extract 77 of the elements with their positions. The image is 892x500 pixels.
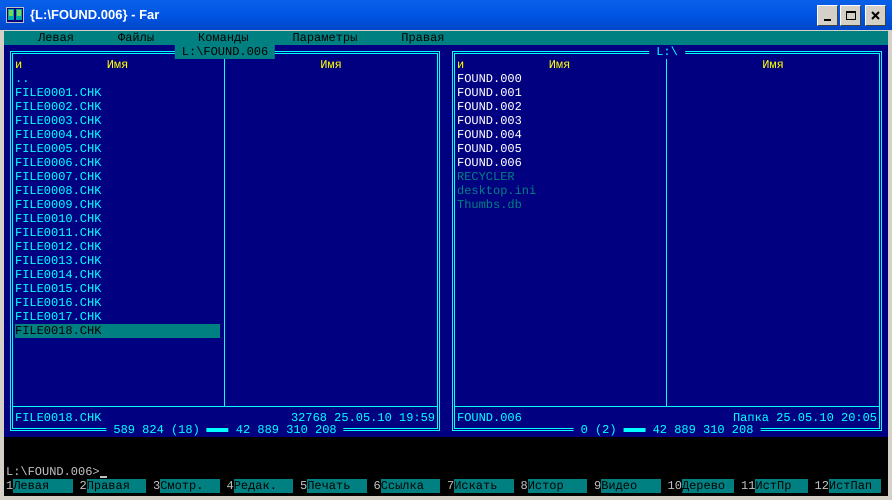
- key-label[interactable]: Видео: [601, 479, 660, 493]
- file-row[interactable]: FILE0015.CHK: [15, 282, 220, 296]
- key-number: 7: [447, 479, 454, 493]
- column-header[interactable]: Имя: [548, 58, 570, 72]
- panel-path[interactable]: L:\: [649, 45, 685, 59]
- file-row[interactable]: FILE0009.CHK: [15, 198, 220, 212]
- file-row[interactable]: FILE0001.CHK: [15, 86, 220, 100]
- file-row[interactable]: ..: [15, 72, 220, 86]
- window-title: {L:\FOUND.006} - Far: [30, 6, 160, 24]
- file-row[interactable]: FILE0016.CHK: [15, 296, 220, 310]
- key-number: 6: [374, 479, 381, 493]
- minimize-button[interactable]: [817, 4, 838, 26]
- file-row[interactable]: FOUND.002: [457, 100, 662, 114]
- key-label[interactable]: Левая: [13, 479, 72, 493]
- menu-item[interactable]: Команды: [198, 31, 248, 45]
- key-label[interactable]: Печать: [307, 479, 366, 493]
- file-row[interactable]: FILE0003.CHK: [15, 114, 220, 128]
- file-row[interactable]: FILE0005.CHK: [15, 142, 220, 156]
- menu-item[interactable]: Файлы: [118, 31, 154, 45]
- key-number: 2: [80, 479, 87, 493]
- key-label[interactable]: ИстПап: [828, 479, 881, 493]
- key-label[interactable]: Правая: [86, 479, 146, 493]
- key-label[interactable]: Редак.: [234, 479, 293, 493]
- command-prompt: L:\FOUND.006>: [6, 465, 100, 479]
- key-label[interactable]: Искать: [454, 479, 514, 493]
- key-number: 12: [814, 479, 829, 493]
- key-number: 4: [226, 479, 234, 493]
- file-details: 32768 25.05.10 19:59: [290, 411, 435, 425]
- panels-icon: [6, 7, 24, 23]
- key-number: 5: [300, 479, 308, 493]
- column-header[interactable]: Имя: [320, 58, 342, 72]
- close-icon: [871, 10, 880, 20]
- key-number: 8: [520, 479, 528, 493]
- key-label[interactable]: Дерево: [682, 479, 734, 493]
- close-button[interactable]: [865, 4, 886, 26]
- file-row[interactable]: FILE0014.CHK: [15, 268, 220, 282]
- file-row[interactable]: FOUND.006: [457, 156, 662, 170]
- file-row[interactable]: FILE0004.CHK: [15, 128, 220, 142]
- file-row[interactable]: FOUND.003: [457, 114, 662, 128]
- file-row[interactable]: FILE0011.CHK: [15, 226, 220, 240]
- file-row[interactable]: FILE0017.CHK: [15, 310, 220, 324]
- key-number: 3: [153, 479, 160, 493]
- panel-path[interactable]: L:\FOUND.006: [174, 45, 276, 59]
- key-number: 1: [6, 479, 14, 493]
- sort-indicator[interactable]: и: [457, 58, 464, 72]
- file-details: Папка 25.05.10 20:05: [732, 411, 877, 425]
- file-row[interactable]: FILE0013.CHK: [15, 254, 220, 268]
- key-label[interactable]: Смотр.: [160, 479, 220, 493]
- file-row[interactable]: FOUND.005: [457, 142, 662, 156]
- file-row[interactable]: FOUND.000: [457, 72, 662, 86]
- key-label[interactable]: ИстПр: [755, 479, 808, 493]
- file-row[interactable]: FILE0002.CHK: [15, 100, 220, 114]
- cursor: [100, 476, 107, 478]
- file-row[interactable]: FILE0008.CHK: [15, 184, 220, 198]
- menu-item[interactable]: Левая: [38, 31, 74, 45]
- file-name-info: FOUND.006: [457, 411, 522, 425]
- menu-item[interactable]: Правая: [401, 31, 444, 45]
- file-row[interactable]: FILE0012.CHK: [15, 240, 220, 254]
- file-row[interactable]: FILE0007.CHK: [15, 170, 220, 184]
- file-row[interactable]: FILE0018.CHK: [15, 324, 220, 338]
- key-label[interactable]: Ссылка: [380, 479, 440, 493]
- key-label[interactable]: Истор: [528, 479, 587, 493]
- column-header[interactable]: Имя: [762, 58, 784, 72]
- file-row[interactable]: FOUND.001: [457, 86, 662, 100]
- maximize-button[interactable]: [840, 4, 861, 26]
- key-number: 11: [741, 479, 756, 493]
- total-size: 0 (2): [574, 423, 624, 437]
- file-row[interactable]: FILE0006.CHK: [15, 156, 220, 170]
- key-number: 9: [594, 479, 602, 493]
- file-name-info: FILE0018.CHK: [15, 411, 102, 425]
- file-row[interactable]: FOUND.004: [457, 128, 662, 142]
- sort-indicator[interactable]: и: [15, 58, 22, 72]
- column-header[interactable]: Имя: [106, 58, 128, 72]
- key-number: 10: [668, 479, 682, 493]
- total-size: 589 824 (18): [106, 423, 207, 437]
- file-row[interactable]: FILE0010.CHK: [15, 212, 220, 226]
- menu-item[interactable]: Параметры: [292, 31, 358, 45]
